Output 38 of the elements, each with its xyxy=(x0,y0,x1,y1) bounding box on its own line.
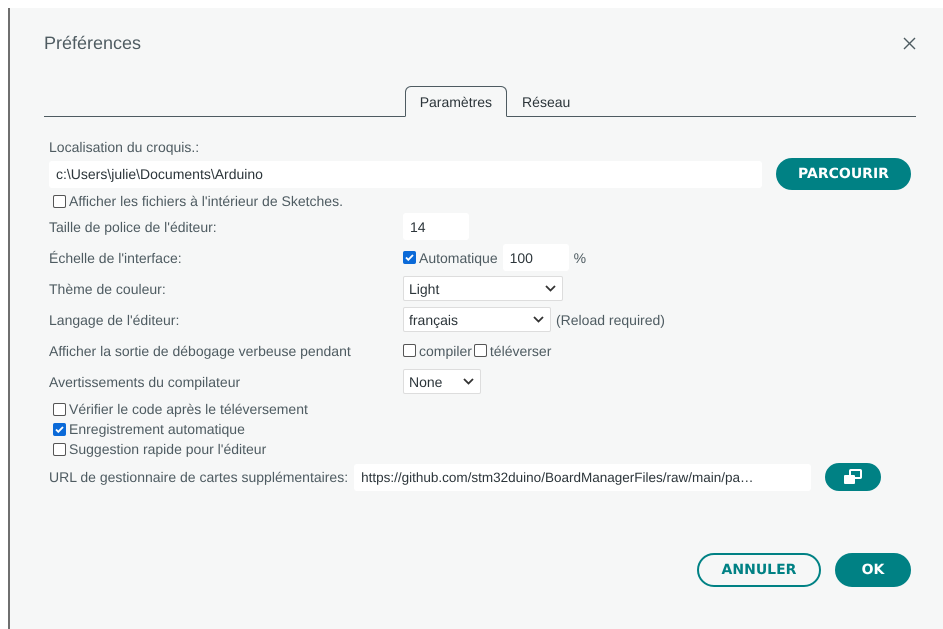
chevron-down-icon xyxy=(533,316,544,323)
unit-label: % xyxy=(574,250,586,266)
setting-label: Échelle de l'interface: xyxy=(49,250,182,266)
checkbox[interactable]: téléverser xyxy=(474,342,552,358)
ok-button[interactable]: OK xyxy=(835,553,911,587)
setting-label: Taille de police de l'éditeur: xyxy=(49,218,217,234)
sketchbook-path-field[interactable]: c:\Users\julie\Documents\Arduino xyxy=(49,160,762,188)
dialog-title: Préférences xyxy=(44,32,142,54)
chevron-down-icon xyxy=(463,378,474,385)
check-icon xyxy=(404,252,415,263)
dropdown[interactable]: français xyxy=(403,307,551,332)
checkbox[interactable]: Automatique xyxy=(403,250,498,266)
browse-button[interactable]: PARCOURIR xyxy=(776,158,911,190)
checkbox[interactable]: Vérifier le code après le téléversement xyxy=(53,401,911,417)
setting-label: URL de gestionnaire de cartes supplémentaires: xyxy=(49,469,348,485)
note-text: (Reload required) xyxy=(556,312,665,328)
chevron-down-icon xyxy=(545,285,556,292)
dropdown[interactable]: Light xyxy=(403,276,563,301)
setting-label: Langage de l'éditeur: xyxy=(49,312,180,328)
cancel-button[interactable]: ANNULER xyxy=(697,553,821,587)
windows-icon xyxy=(843,469,864,485)
setting-label: Thème de couleur: xyxy=(49,280,166,296)
font-size-field[interactable]: 14 xyxy=(403,213,469,240)
scale-field[interactable]: 100 xyxy=(502,244,569,271)
checkbox[interactable]: Suggestion rapide pour l'éditeur xyxy=(53,441,911,457)
checkbox[interactable]: Afficher les fichiers à l'intérieur de Sketches. xyxy=(53,193,911,209)
dropdown[interactable]: None xyxy=(403,369,481,394)
tab[interactable]: Réseau xyxy=(507,86,586,117)
setting-label: Afficher la sortie de débogage verbeuse pendant xyxy=(49,342,351,358)
setting-label: Avertissements du compilateur xyxy=(49,374,240,390)
checkbox[interactable]: compiler xyxy=(403,342,472,358)
check-icon xyxy=(54,424,65,434)
field-label: Localisation du croquis.: xyxy=(49,139,200,155)
close-icon[interactable] xyxy=(903,36,916,50)
tab[interactable]: Paramètres xyxy=(404,86,508,117)
edit-urls-button[interactable] xyxy=(825,463,882,491)
board-urls-field[interactable]: https://github.com/stm32duino/BoardManagerFiles/raw/main/pa… xyxy=(354,464,812,490)
checkbox[interactable]: Enregistrement automatique xyxy=(53,421,911,437)
